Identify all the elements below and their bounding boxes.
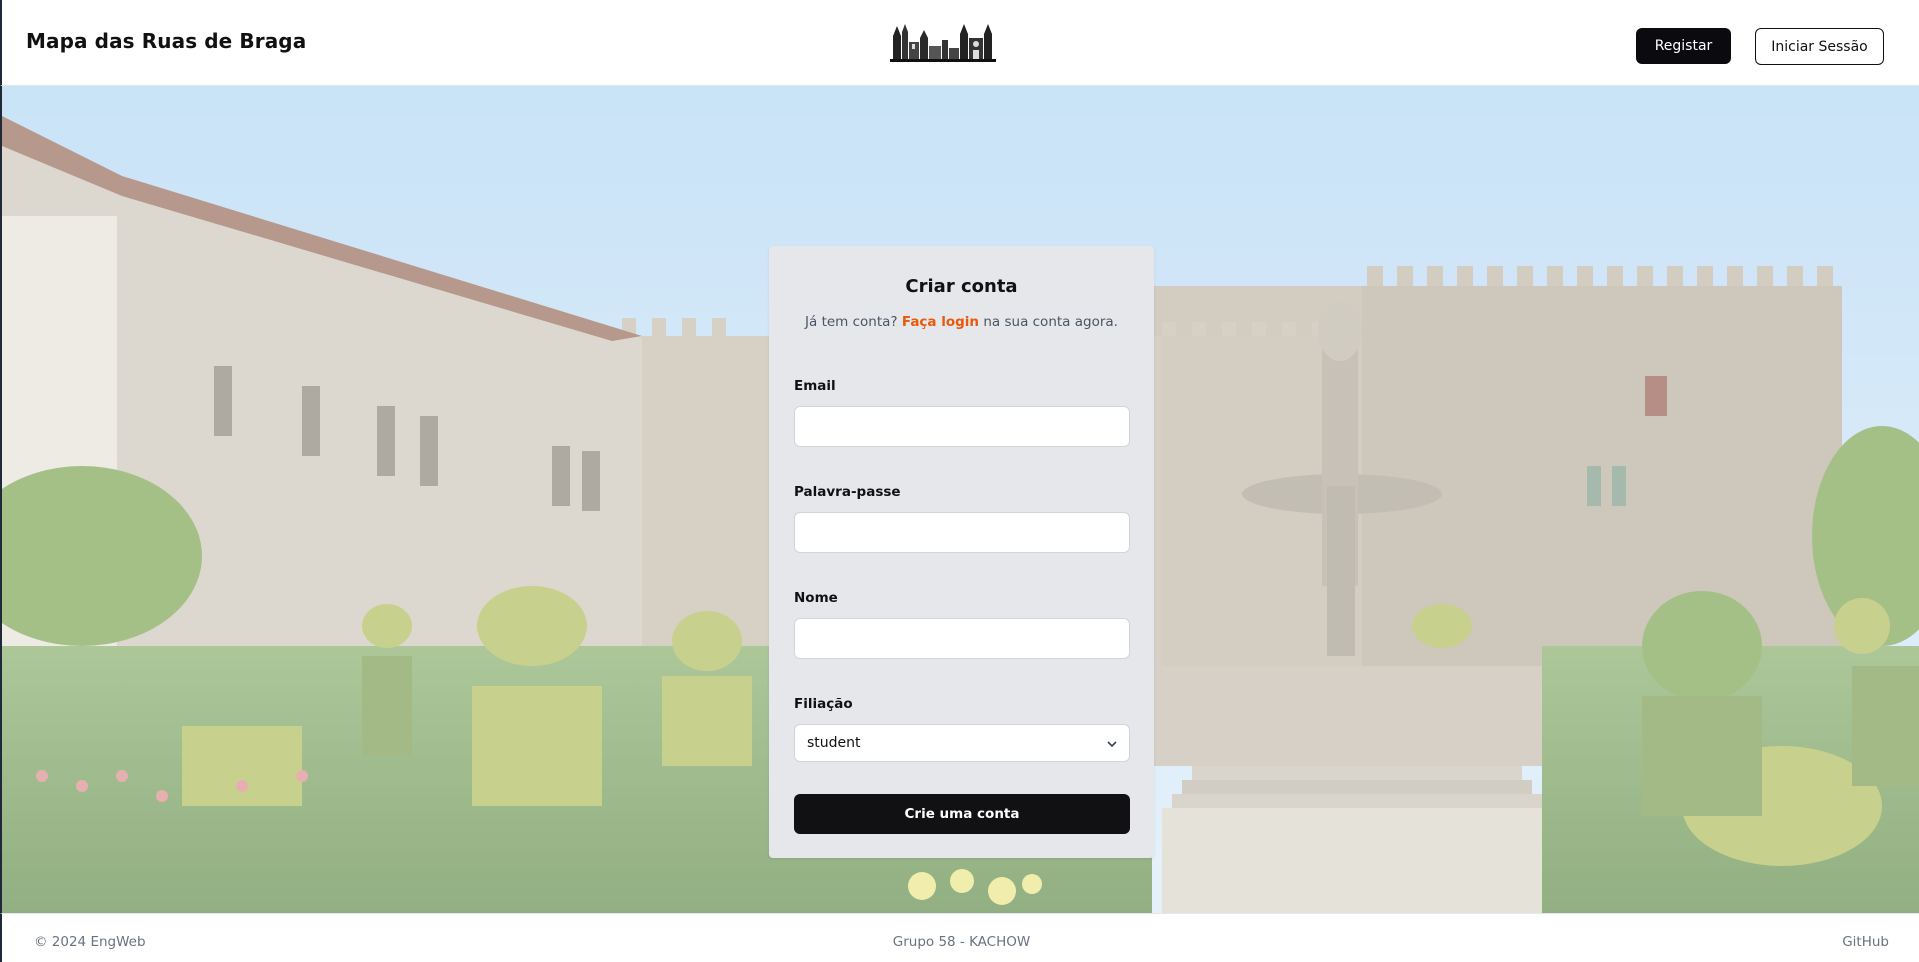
login-link[interactable]: Faça login <box>902 314 979 330</box>
footer: © 2024 EngWeb Grupo 58 - KACHOW GitHub <box>0 913 1919 962</box>
password-label: Palavra-passe <box>794 484 901 500</box>
login-prompt: Já tem conta? Faça login na sua conta ag… <box>769 314 1154 330</box>
login-prompt-suffix: na sua conta agora. <box>983 314 1118 330</box>
card-title: Criar conta <box>905 276 1018 297</box>
affiliation-selected-value: student <box>807 735 861 751</box>
login-button[interactable]: Iniciar Sessão <box>1755 28 1884 65</box>
affiliation-label: Filiação <box>794 696 853 712</box>
password-field[interactable] <box>794 512 1130 553</box>
email-field[interactable] <box>794 406 1130 447</box>
affiliation-select[interactable]: student <box>794 724 1130 762</box>
chevron-down-icon <box>1107 741 1117 748</box>
top-navbar: Mapa das Ruas de Braga Registar Iniciar … <box>0 0 1919 86</box>
email-label: Email <box>794 378 836 394</box>
braga-skyline-logo <box>890 22 996 62</box>
name-field[interactable] <box>794 618 1130 659</box>
group-text: Grupo 58 - KACHOW <box>892 934 1031 950</box>
site-title[interactable]: Mapa das Ruas de Braga <box>26 29 306 53</box>
github-link[interactable]: GitHub <box>1842 934 1889 950</box>
signup-card: Criar conta Já tem conta? Faça login na … <box>769 246 1154 858</box>
login-prompt-prefix: Já tem conta? <box>805 314 898 330</box>
create-account-button[interactable]: Crie uma conta <box>794 794 1130 834</box>
register-button[interactable]: Registar <box>1636 28 1731 64</box>
name-label: Nome <box>794 590 838 606</box>
